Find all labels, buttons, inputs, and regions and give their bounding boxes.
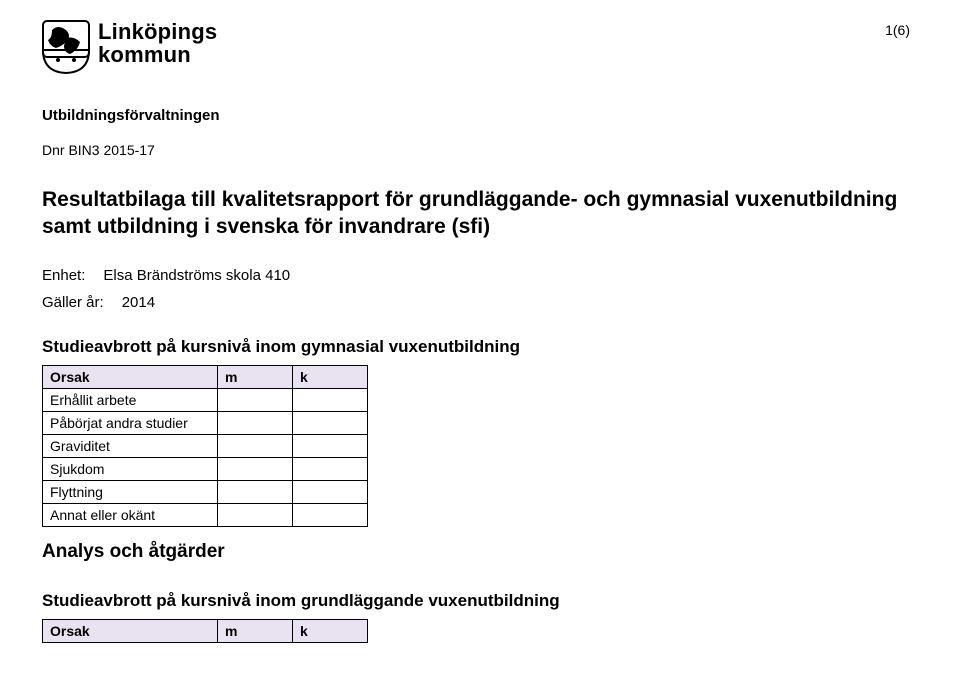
col-header-k: k — [293, 365, 368, 388]
brand-text: Linköpings kommun — [98, 20, 217, 66]
table-row: Annat eller okänt — [43, 503, 368, 526]
analys-heading: Analys och åtgärder — [42, 541, 910, 563]
galler-row: Gäller år: 2014 — [42, 294, 910, 311]
section1-table: Orsak m k Erhållit arbete Påbörjat andra… — [42, 365, 368, 527]
header: Linköpings kommun 1(6) — [42, 20, 910, 79]
table-header-row: Orsak m k — [43, 365, 368, 388]
cell-m — [218, 480, 293, 503]
cell-k — [293, 457, 368, 480]
cell-orsak: Graviditet — [43, 434, 218, 457]
cell-k — [293, 503, 368, 526]
cell-k — [293, 411, 368, 434]
cell-m — [218, 411, 293, 434]
table-header-row: Orsak m k — [43, 619, 368, 642]
table-row: Sjukdom — [43, 457, 368, 480]
cell-m — [218, 503, 293, 526]
galler-label: Gäller år: — [42, 294, 104, 311]
cell-orsak: Annat eller okänt — [43, 503, 218, 526]
enhet-row: Enhet: Elsa Brändströms skola 410 — [42, 267, 910, 284]
cell-orsak: Erhållit arbete — [43, 388, 218, 411]
brand-name: Linköpings — [98, 20, 217, 43]
table-row: Graviditet — [43, 434, 368, 457]
table-row: Erhållit arbete — [43, 388, 368, 411]
col-header-k: k — [293, 619, 368, 642]
section2-table: Orsak m k — [42, 619, 368, 643]
col-header-orsak: Orsak — [43, 365, 218, 388]
table-row: Påbörjat andra studier — [43, 411, 368, 434]
section1-heading: Studieavbrott på kursnivå inom gymnasial… — [42, 337, 910, 357]
galler-value: 2014 — [122, 294, 155, 311]
section2-heading: Studieavbrott på kursnivå inom grundlägg… — [42, 591, 910, 611]
cell-orsak: Påbörjat andra studier — [43, 411, 218, 434]
cell-m — [218, 434, 293, 457]
enhet-label: Enhet: — [42, 267, 85, 284]
cell-k — [293, 480, 368, 503]
cell-orsak: Flyttning — [43, 480, 218, 503]
col-header-m: m — [218, 365, 293, 388]
col-header-orsak: Orsak — [43, 619, 218, 642]
document-number: Dnr BIN3 2015-17 — [42, 142, 910, 158]
department-label: Utbildningsförvaltningen — [42, 107, 910, 124]
cell-orsak: Sjukdom — [43, 457, 218, 480]
col-header-m: m — [218, 619, 293, 642]
table-row: Flyttning — [43, 480, 368, 503]
brand-sub: kommun — [98, 43, 217, 66]
brand: Linköpings kommun — [42, 20, 217, 79]
lion-crest-icon — [42, 20, 90, 79]
cell-m — [218, 457, 293, 480]
cell-k — [293, 388, 368, 411]
page-title: Resultatbilaga till kvalitetsrapport för… — [42, 186, 910, 241]
page-number: 1(6) — [885, 22, 910, 38]
cell-m — [218, 388, 293, 411]
cell-k — [293, 434, 368, 457]
enhet-value: Elsa Brändströms skola 410 — [103, 267, 290, 284]
